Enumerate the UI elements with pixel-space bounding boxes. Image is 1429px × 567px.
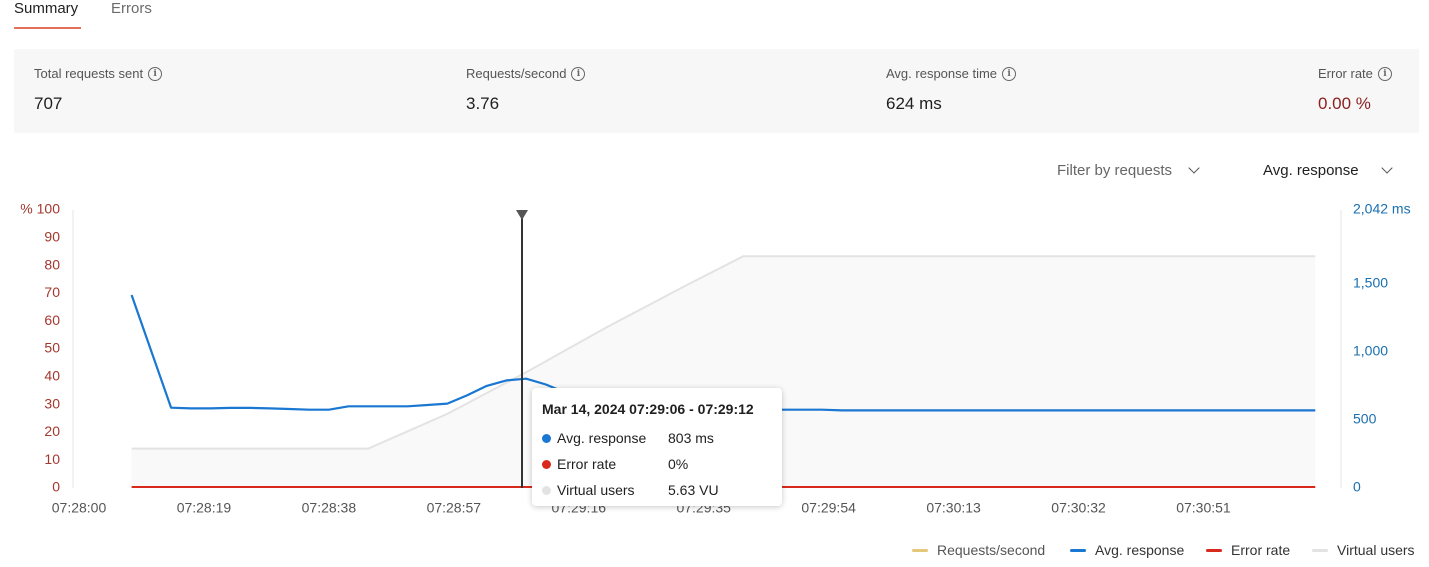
tab-summary[interactable]: Summary <box>14 0 78 17</box>
legend-error-rate[interactable]: Error rate <box>1206 541 1290 559</box>
chevron-down-icon <box>1380 162 1393 174</box>
tab-summary-label: Summary <box>14 0 79 17</box>
stat-error-rate-label: Error rate <box>1318 66 1373 81</box>
x-axis-tick-label: 07:29:54 <box>801 500 856 516</box>
legend-swatch <box>1070 548 1086 552</box>
left-axis-tick-label: 80 <box>44 256 60 272</box>
x-axis-tick-label: 07:28:57 <box>427 500 482 516</box>
legend-virtual-users[interactable]: Virtual users <box>1312 541 1415 559</box>
filter-by-requests-dropdown[interactable]: Filter by requests <box>1057 158 1200 182</box>
x-axis-tick-label: 07:30:32 <box>1051 500 1106 516</box>
virtual-users-dot-icon <box>542 485 551 495</box>
x-axis-tick-label: 07:30:13 <box>926 500 981 516</box>
metric-select-label: Avg. response <box>1263 161 1359 179</box>
x-axis-tick-label: 07:28:38 <box>302 500 357 516</box>
stat-avg-response-label: Avg. response time <box>886 66 998 81</box>
active-tab-indicator <box>14 27 81 29</box>
tab-errors[interactable]: Errors <box>111 0 152 17</box>
tooltip-label: Error rate <box>557 456 617 472</box>
avg-response-dot-icon <box>542 433 551 443</box>
legend-label: Virtual users <box>1337 542 1415 558</box>
stat-rps-value: 3.76 <box>466 94 500 113</box>
right-axis-tick-label: 0 <box>1353 479 1361 495</box>
tooltip-row-virtual-users: Virtual users 5.63 VU <box>542 481 719 499</box>
stat-total-requests-label: Total requests sent <box>34 66 144 81</box>
info-icon[interactable]: i <box>1002 66 1017 81</box>
tooltip-label: Virtual users <box>557 482 635 498</box>
error-rate-dot-icon <box>542 459 551 469</box>
left-axis-tick-label: % 100 <box>20 201 60 217</box>
stat-total-requests-value: 707 <box>34 94 63 113</box>
right-axis-tick-label: 2,042 ms <box>1353 201 1411 217</box>
metric-select-dropdown[interactable]: Avg. response <box>1263 158 1393 182</box>
info-icon[interactable]: i <box>1377 66 1392 81</box>
stat-avg-response-value: 624 ms <box>886 94 942 113</box>
stat-rps-label-row: Requests/second i <box>466 66 586 81</box>
tooltip-value: 5.63 VU <box>668 482 719 498</box>
legend-label: Error rate <box>1231 542 1291 558</box>
stat-rps-label: Requests/second <box>466 66 567 81</box>
legend-label: Requests/second <box>937 542 1046 558</box>
left-axis-tick-label: 0 <box>52 479 60 495</box>
x-axis-tick-label: 07:28:00 <box>52 500 107 516</box>
left-axis-tick-label: 20 <box>44 423 60 439</box>
left-axis-tick-label: 90 <box>44 229 60 245</box>
tooltip-value: 0% <box>668 456 689 472</box>
stat-error-rate-label-row: Error rate i <box>1318 66 1392 81</box>
legend-swatch <box>912 548 928 552</box>
left-axis-tick-label: 30 <box>44 395 60 411</box>
tooltip-row-error-rate: Error rate 0% <box>542 455 688 473</box>
chevron-down-icon <box>1188 162 1200 174</box>
legend-swatch <box>1206 548 1222 552</box>
cursor-handle-icon[interactable] <box>516 210 528 220</box>
left-axis-tick-label: 70 <box>44 284 60 300</box>
tooltip-value: 803 ms <box>668 430 714 446</box>
stat-error-rate-value: 0.00 % <box>1318 94 1371 113</box>
tab-errors-label: Errors <box>111 0 152 17</box>
legend-requests-per-second[interactable]: Requests/second <box>912 541 1045 559</box>
tooltip-row-avg-response: Avg. response 803 ms <box>542 429 714 447</box>
x-axis-tick-label: 07:30:51 <box>1176 500 1231 516</box>
legend-label: Avg. response <box>1095 542 1185 558</box>
filter-by-requests-label: Filter by requests <box>1057 161 1173 179</box>
stat-avg-response-label-row: Avg. response time i <box>886 66 1017 81</box>
legend-avg-response[interactable]: Avg. response <box>1070 541 1184 559</box>
left-axis-tick-label: 50 <box>44 340 60 356</box>
info-icon[interactable]: i <box>148 66 163 81</box>
chart-tooltip: Mar 14, 2024 07:29:06 - 07:29:12 Avg. re… <box>532 388 782 506</box>
right-axis-tick-label: 500 <box>1353 411 1377 427</box>
left-axis-tick-label: 60 <box>44 312 60 328</box>
stat-total-requests-label-row: Total requests sent i <box>34 66 163 81</box>
x-axis-tick-label: 07:28:19 <box>177 500 232 516</box>
right-axis-tick-label: 1,000 <box>1353 343 1388 359</box>
tooltip-title: Mar 14, 2024 07:29:06 - 07:29:12 <box>542 401 754 417</box>
left-axis-tick-label: 40 <box>44 368 60 384</box>
right-axis-tick-label: 1,500 <box>1353 274 1388 290</box>
summary-stats-panel: Total requests sent i 707 Requests/second… <box>14 49 1419 133</box>
left-axis-tick-label: 10 <box>44 451 60 467</box>
tooltip-label: Avg. response <box>557 430 647 446</box>
info-icon[interactable]: i <box>571 66 586 81</box>
legend-swatch <box>1312 548 1328 552</box>
